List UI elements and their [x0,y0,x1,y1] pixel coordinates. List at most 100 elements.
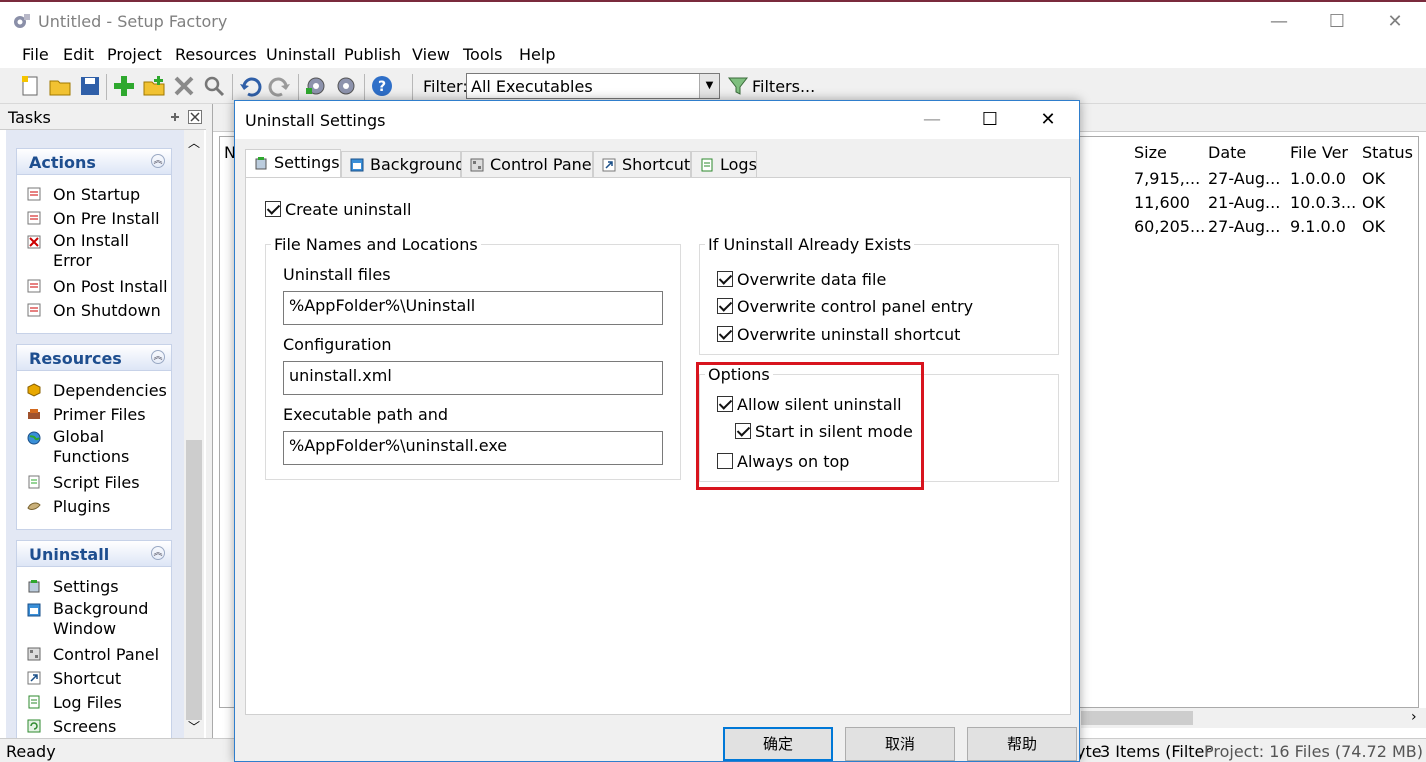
column-file-ver[interactable]: File Ver [1290,143,1348,162]
collapse-icon[interactable]: ︽ [151,350,165,364]
minimize-button[interactable]: — [1256,8,1302,36]
redo-icon[interactable] [268,74,292,98]
settings-gear-icon[interactable] [334,74,358,98]
overwrite-data-file-label[interactable]: Overwrite data file [737,270,886,289]
overwrite-shortcut-checkbox[interactable] [717,326,733,342]
screens-icon [27,719,41,733]
tasks-body: Actions ︽ On Startup On Pre Install On I… [6,130,184,738]
dialog-minimize-icon: — [923,109,941,130]
dialog-title-bar: Uninstall Settings — ☐ ✕ [235,101,1079,139]
exe-path-label: Executable path and [283,405,449,424]
logs-tab-icon [701,158,713,172]
new-file-icon[interactable] [18,74,42,98]
add-folder-icon[interactable] [142,74,166,98]
resources-group-title: Resources [29,349,122,368]
tab-shortcut[interactable]: Shortcut [593,151,691,177]
undo-icon[interactable] [238,74,262,98]
collapse-icon[interactable]: ︽ [151,154,165,168]
primer-files-icon [28,409,40,419]
tab-control-panel[interactable]: Control Panel [461,151,596,177]
create-uninstall-checkbox[interactable] [265,201,281,217]
dialog-title: Uninstall Settings [245,111,386,130]
create-uninstall-label[interactable]: Create uninstall [285,200,411,219]
uninstall-files-input[interactable]: %AppFolder%\Uninstall [283,291,663,325]
menu-resources[interactable]: Resources [175,45,257,64]
uninstall-group-header[interactable]: Uninstall ︽ [17,541,171,567]
uninstall-group: Uninstall ︽ Settings Background Window C… [16,540,172,738]
tab-settings[interactable]: Settings [245,149,341,177]
svg-text:?: ? [378,79,386,95]
script-icon [27,303,41,317]
highlight-box [696,362,924,490]
cancel-button[interactable]: 取消 [845,727,955,761]
script-icon [27,211,41,225]
column-size[interactable]: Size [1134,143,1167,162]
menu-uninstall[interactable]: Uninstall [266,45,336,64]
overwrite-control-panel-checkbox[interactable] [717,298,733,314]
uninstall-settings-dialog: Uninstall Settings — ☐ ✕ Settings Backgr… [234,100,1080,762]
hscrollbar-thumb[interactable] [1081,711,1193,725]
overwrite-data-file-checkbox[interactable] [717,271,733,287]
build-gear-icon[interactable] [304,74,328,98]
script-icon [27,279,41,293]
overwrite-shortcut-label[interactable]: Overwrite uninstall shortcut [737,325,960,344]
scroll-right-icon[interactable]: › [1411,709,1417,725]
if-exists-legend: If Uninstall Already Exists [705,235,915,254]
tasks-scrollbar[interactable]: ︿ ﹀ [184,130,204,738]
menu-help[interactable]: Help [519,45,555,64]
app-title: Untitled - Setup Factory [38,12,228,31]
filters-button[interactable]: Filters... [752,77,815,96]
dependencies-icon [27,383,41,397]
menu-view[interactable]: View [412,45,450,64]
column-date[interactable]: Date [1208,143,1246,162]
file-list-hscrollbar[interactable]: › [1081,708,1426,728]
dialog-close-button[interactable]: ✕ [1025,105,1071,135]
scroll-up-icon[interactable]: ︿ [188,134,200,151]
scroll-down-icon[interactable]: ﹀ [188,718,200,735]
open-folder-icon[interactable] [48,74,72,98]
save-icon[interactable] [78,74,102,98]
menu-file[interactable]: File [22,45,49,64]
chevron-down-icon[interactable]: ▼ [699,74,719,98]
menu-publish[interactable]: Publish [344,45,401,64]
add-icon[interactable] [112,74,136,98]
filter-dropdown[interactable]: All Executables ▼ [466,73,720,99]
resources-group-header[interactable]: Resources ︽ [17,345,171,371]
menu-project[interactable]: Project [107,45,162,64]
control-panel-icon [27,647,41,661]
actions-group-header[interactable]: Actions ︽ [17,149,171,175]
ok-button[interactable]: 确定 [723,727,833,761]
close-button[interactable]: ✕ [1372,8,1418,36]
collapse-icon[interactable]: ︽ [151,546,165,560]
exe-path-input[interactable]: %AppFolder%\uninstall.exe [283,431,663,465]
filter-funnel-icon[interactable] [726,74,750,98]
shortcut-tab-icon [602,158,616,172]
scrollbar-thumb[interactable] [186,440,202,720]
dialog-maximize-button[interactable]: ☐ [967,105,1013,135]
filter-value: All Executables [471,77,593,96]
delete-icon[interactable] [172,74,196,98]
menu-bar: File Edit Project Resources Uninstall Pu… [0,40,1426,68]
settings-tab-icon [255,157,267,170]
plugin-icon [27,502,41,510]
menu-tools[interactable]: Tools [463,45,502,64]
tab-logs[interactable]: Logs [691,151,757,177]
help-button[interactable]: 帮助 [967,727,1077,761]
tab-background[interactable]: Background [341,151,465,177]
tasks-title: Tasks [8,108,51,127]
help-icon[interactable]: ? [370,74,394,98]
search-icon[interactable] [202,74,226,98]
actions-group: Actions ︽ On Startup On Pre Install On I… [16,148,172,334]
background-window-icon [27,603,41,617]
close-pane-icon[interactable] [188,110,202,124]
overwrite-control-panel-label[interactable]: Overwrite control panel entry [737,297,973,316]
tasks-pane: Tasks Actions ︽ On Startup On Pre Instal… [0,104,206,738]
uninstall-group-title: Uninstall [29,545,110,564]
configuration-input[interactable]: uninstall.xml [283,361,663,395]
globe-icon [27,431,41,445]
menu-edit[interactable]: Edit [63,45,94,64]
setup-factory-icon [14,14,30,28]
maximize-button[interactable]: ☐ [1314,8,1360,36]
column-status[interactable]: Status [1362,143,1413,162]
pin-icon[interactable] [168,110,182,124]
